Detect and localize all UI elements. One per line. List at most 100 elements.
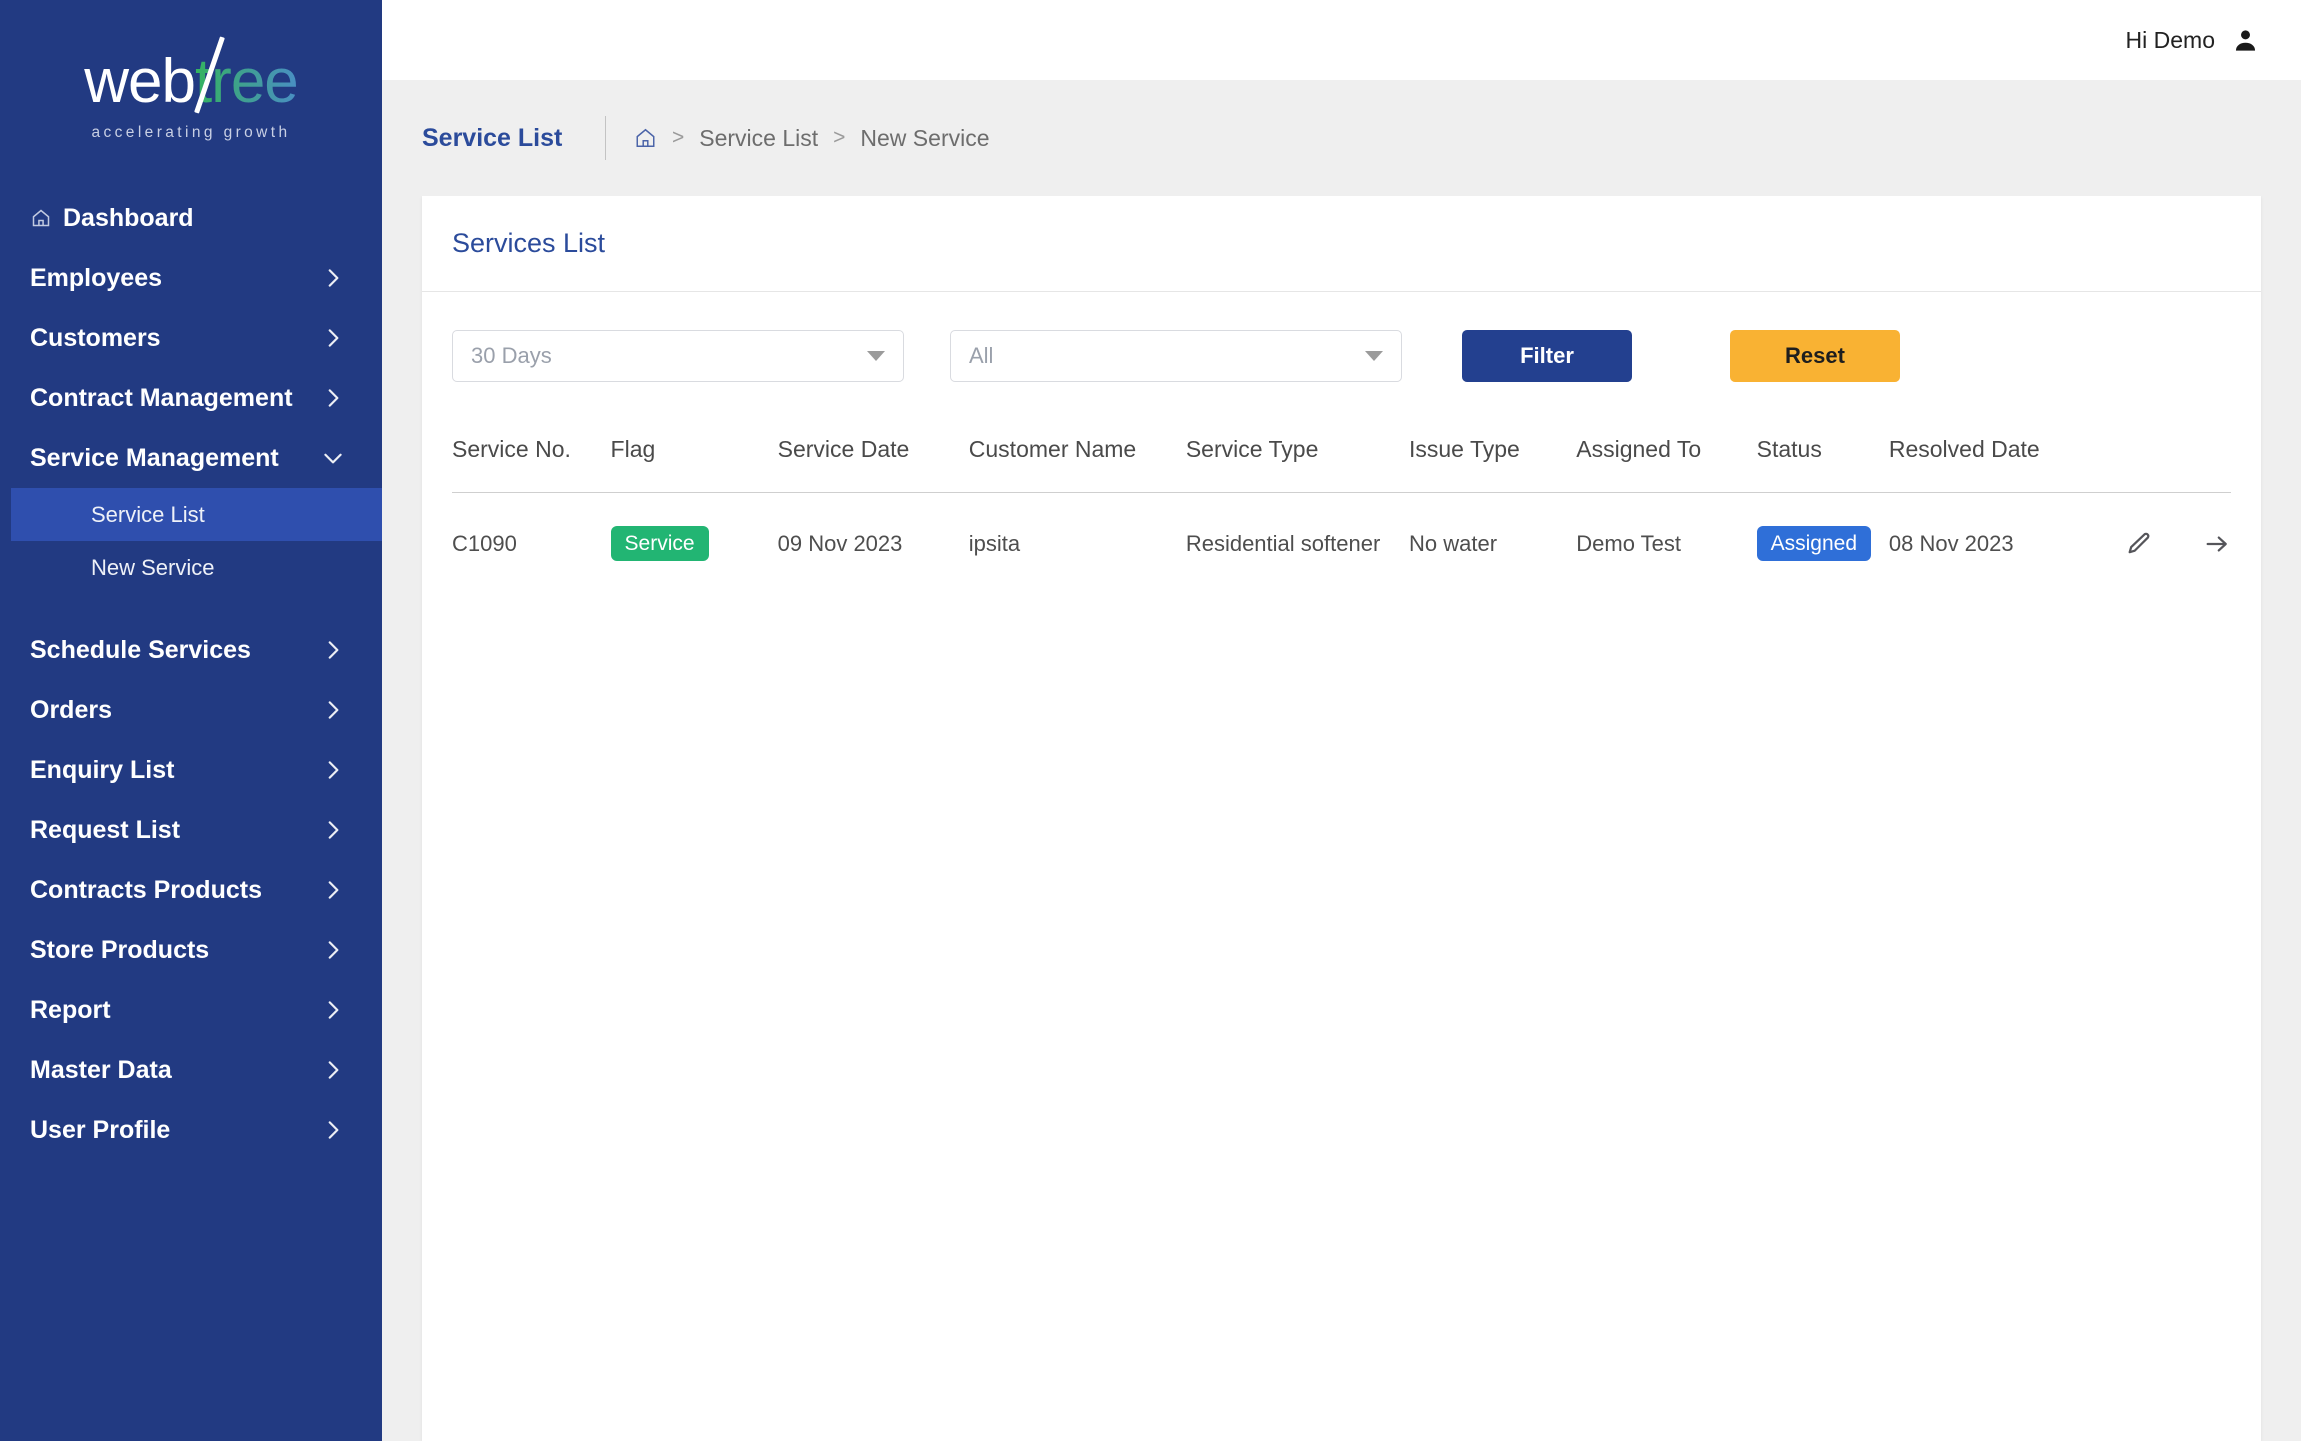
chevron-down-icon <box>324 453 342 464</box>
sidebar-item-schedule-services[interactable]: Schedule Services <box>0 620 382 680</box>
table-header-row: Service No. Flag Service Date Customer N… <box>452 436 2231 493</box>
chevron-right-icon <box>328 881 339 899</box>
sidebar-item-label: Contract Management <box>30 383 293 412</box>
breadcrumb-separator: > <box>833 126 846 149</box>
sidebar-item-service-management[interactable]: Service Management <box>0 428 382 488</box>
brand-logo[interactable]: web tree accelerating growth <box>0 0 382 178</box>
column-header-assigned-to: Assigned To <box>1576 436 1702 462</box>
card-header: Services List <box>422 196 2261 292</box>
column-header-service-date: Service Date <box>777 436 910 462</box>
sidebar-item-label: Customers <box>30 323 161 352</box>
column-header-status: Status <box>1756 436 1822 462</box>
greeting-text: Hi Demo <box>2125 26 2215 53</box>
logo-secondary-text: tree <box>194 46 299 116</box>
pencil-icon[interactable] <box>2125 530 2153 558</box>
column-header-resolved-date: Resolved Date <box>1888 436 2040 462</box>
user-menu[interactable]: Hi Demo <box>2126 27 2259 54</box>
home-icon[interactable] <box>634 127 657 149</box>
breadcrumb-bar: Service List > Service List > New Servic… <box>382 80 2301 196</box>
sidebar-item-label: Contracts Products <box>30 875 262 904</box>
logo-tagline: accelerating growth <box>91 123 291 141</box>
column-header-service-no: Service No. <box>452 436 571 462</box>
sidebar-item-enquiry-list[interactable]: Enquiry List <box>0 740 382 800</box>
sidebar-item-report[interactable]: Report <box>0 980 382 1040</box>
sidebar-item-dashboard[interactable]: Dashboard <box>0 188 382 248</box>
column-header-service-type: Service Type <box>1185 436 1319 462</box>
chevron-right-icon <box>328 1061 339 1079</box>
chevron-right-icon <box>328 269 339 287</box>
app-root: web tree accelerating growth Dashboard E… <box>0 0 2301 1441</box>
period-select[interactable]: 30 Days <box>452 330 904 382</box>
arrow-right-icon[interactable] <box>2203 530 2231 558</box>
sidebar-item-master-data[interactable]: Master Data <box>0 1040 382 1100</box>
sidebar-item-label: Orders <box>30 695 112 724</box>
sidebar-item-request-list[interactable]: Request List <box>0 800 382 860</box>
cell-service-no: C1090 <box>452 530 517 556</box>
column-header-flag: Flag <box>610 436 656 462</box>
sidebar-item-label: Dashboard <box>63 203 194 232</box>
sidebar-subitem-label: New Service <box>91 554 215 580</box>
sidebar-item-label: Report <box>30 995 111 1024</box>
cell-issue-type: No water <box>1409 530 1498 556</box>
cell-customer-name: ipsita <box>968 530 1021 556</box>
sidebar-item-employees[interactable]: Employees <box>0 248 382 308</box>
page-title: Service List <box>422 123 563 152</box>
chevron-right-icon <box>328 1121 339 1139</box>
card-title: Services List <box>452 228 606 258</box>
chevron-right-icon <box>328 389 339 407</box>
chevron-right-icon <box>328 641 339 659</box>
chevron-right-icon <box>328 821 339 839</box>
sidebar-item-store-products[interactable]: Store Products <box>0 920 382 980</box>
page-content: Services List 30 Days All Filter Reset S… <box>382 196 2301 1441</box>
sidebar-item-label: Request List <box>30 815 181 844</box>
chevron-right-icon <box>328 761 339 779</box>
reset-button[interactable]: Reset <box>1730 330 1900 382</box>
sidebar-item-service-list[interactable]: Service List <box>11 488 382 541</box>
breadcrumb-item-service-list[interactable]: Service List <box>699 125 818 152</box>
breadcrumb-item-new-service[interactable]: New Service <box>860 125 989 152</box>
filter-toolbar: 30 Days All Filter Reset <box>422 292 2261 382</box>
sidebar-item-label: Employees <box>30 263 163 292</box>
cell-actions <box>2081 493 2231 562</box>
column-header-customer-name: Customer Name <box>968 436 1137 462</box>
column-header-actions <box>2081 436 2231 493</box>
chevron-right-icon <box>328 1001 339 1019</box>
sidebar-item-label: User Profile <box>30 1115 171 1144</box>
services-table: Service No. Flag Service Date Customer N… <box>452 436 2231 561</box>
breadcrumb-separator: > <box>672 126 685 149</box>
sidebar-nav: Dashboard Employees Customers Contract M… <box>0 178 382 1160</box>
chevron-right-icon <box>328 941 339 959</box>
chevron-down-icon <box>1365 351 1383 361</box>
sidebar-item-customers[interactable]: Customers <box>0 308 382 368</box>
sidebar-item-label: Schedule Services <box>30 635 251 664</box>
filter-button[interactable]: Filter <box>1462 330 1632 382</box>
services-list-card: Services List 30 Days All Filter Reset S… <box>422 196 2261 1441</box>
column-header-issue-type: Issue Type <box>1409 436 1520 462</box>
sidebar-item-user-profile[interactable]: User Profile <box>0 1100 382 1160</box>
sidebar-item-label: Master Data <box>30 1055 172 1084</box>
chevron-right-icon <box>328 329 339 347</box>
sidebar-subitem-label: Service List <box>91 501 205 527</box>
breadcrumb: > Service List > New Service <box>634 125 990 152</box>
cell-flag: Service <box>610 493 778 561</box>
user-icon <box>2235 29 2256 51</box>
sidebar-item-orders[interactable]: Orders <box>0 680 382 740</box>
sidebar-item-contract-management[interactable]: Contract Management <box>0 368 382 428</box>
logo-wordmark: web tree <box>84 35 299 116</box>
sidebar-item-contracts-products[interactable]: Contracts Products <box>0 860 382 920</box>
chevron-right-icon <box>328 701 339 719</box>
cell-resolved-date: 08 Nov 2023 <box>1888 530 2014 556</box>
cell-assigned-to: Demo Test <box>1576 530 1681 556</box>
cell-service-type: Residential softener <box>1185 530 1381 556</box>
home-icon <box>32 209 50 227</box>
sidebar-item-label: Enquiry List <box>30 755 175 784</box>
sidebar-item-label: Service Management <box>30 443 279 472</box>
table-body: C1090 Service 09 Nov 2023 ipsita Residen… <box>452 493 2231 562</box>
table-row[interactable]: C1090 Service 09 Nov 2023 ipsita Residen… <box>452 493 2231 562</box>
table-head: Service No. Flag Service Date Customer N… <box>452 436 2231 493</box>
breadcrumb-divider <box>605 116 606 160</box>
sidebar-item-new-service[interactable]: New Service <box>0 541 382 594</box>
status-select[interactable]: All <box>950 330 1402 382</box>
services-table-wrapper: Service No. Flag Service Date Customer N… <box>422 382 2261 561</box>
